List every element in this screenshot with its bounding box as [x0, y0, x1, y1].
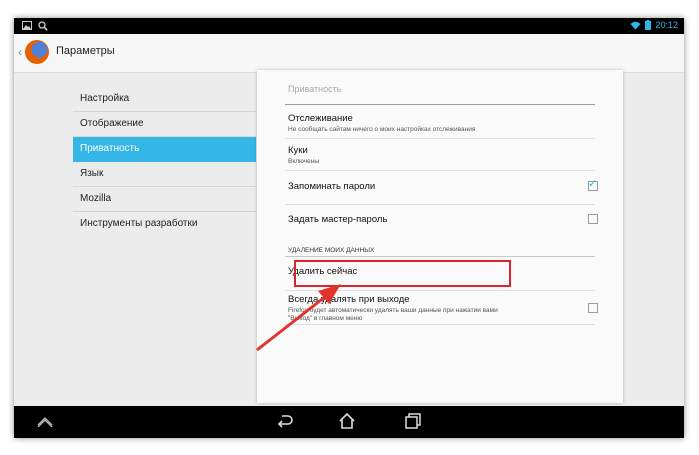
recents-up-icon[interactable]	[37, 415, 53, 427]
image-icon	[22, 21, 32, 30]
status-right: 20:12	[630, 20, 678, 30]
tablet-screen: 20:12 ‹ Параметры Настройка Отображение …	[14, 18, 684, 438]
navigation-bar	[14, 406, 684, 438]
status-bar: 20:12	[14, 18, 684, 34]
annotation-arrow	[256, 284, 341, 352]
status-time: 20:12	[655, 20, 678, 30]
home-icon[interactable]	[338, 412, 356, 430]
status-left-icons	[22, 21, 48, 31]
app-title: Параметры	[56, 45, 115, 57]
settings-content: Настройка Отображение Приватность Язык M…	[14, 70, 684, 406]
up-arrow-icon[interactable]: ‹	[18, 45, 22, 59]
battery-icon	[645, 20, 652, 30]
recent-apps-icon[interactable]	[404, 412, 422, 430]
firefox-logo[interactable]	[25, 40, 49, 64]
wifi-icon	[630, 21, 641, 29]
back-icon[interactable]	[276, 412, 294, 430]
action-bar: ‹ Параметры	[14, 34, 684, 73]
search-icon	[38, 21, 48, 31]
